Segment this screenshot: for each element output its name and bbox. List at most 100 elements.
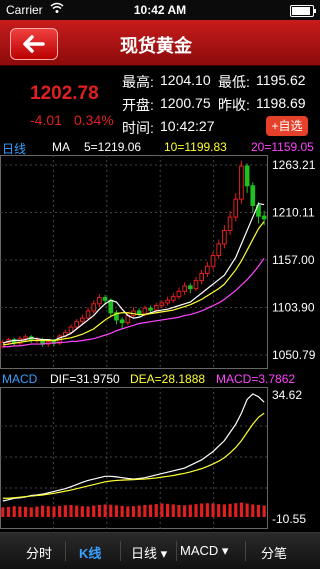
candle-body — [182, 285, 187, 292]
high-value: 1204.10 — [160, 72, 211, 88]
candle-body — [142, 307, 148, 315]
macd-histogram-bar — [160, 503, 164, 517]
macd-histogram-bar — [239, 502, 244, 517]
macd-histogram-bar — [194, 504, 198, 517]
macd-histogram-bar — [92, 505, 96, 517]
open-value: 1200.75 — [160, 95, 211, 111]
macd-title: MACD — [2, 372, 38, 386]
candle-body — [97, 297, 102, 305]
macd-histogram-bar — [165, 503, 170, 517]
macd-histogram-bar — [217, 504, 221, 517]
time-label: 时间: — [122, 120, 154, 136]
ma-legend: 日线 MA 5=1219.06 10=1199.83 20=1159.05 — [0, 139, 320, 156]
candle-body — [148, 307, 153, 311]
macd-histogram-bar — [143, 505, 147, 517]
dif-line — [2, 393, 265, 502]
candle-body — [199, 272, 205, 282]
time-value: 10:42:27 — [160, 118, 215, 134]
macd-histogram-bar — [251, 504, 255, 517]
candle-body — [108, 299, 114, 314]
prev-close-value: 1198.69 — [256, 95, 306, 111]
candle-body — [239, 165, 244, 200]
macd-histogram-bar — [256, 505, 261, 517]
macd-histogram-bar — [69, 505, 73, 517]
price-change: -4.01 — [30, 112, 62, 128]
status-time: 10:42 AM — [133, 3, 187, 17]
candle-body — [205, 265, 210, 274]
candle-body — [85, 310, 91, 319]
open-label: 开盘: — [122, 97, 154, 113]
candle-body — [102, 297, 108, 301]
dea-line — [2, 412, 265, 499]
low-label: 最低: — [218, 74, 250, 90]
prev-close-label: 昨收: — [218, 97, 250, 113]
macd-histogram-bar — [171, 504, 175, 517]
tab-kline[interactable]: K线 — [79, 543, 101, 562]
macd-histogram-bar — [200, 503, 204, 517]
candle-body — [250, 185, 256, 206]
ma-label: MA — [52, 140, 70, 154]
tab-macd[interactable]: MACD ▾ — [180, 543, 228, 559]
candle-body — [176, 290, 182, 298]
macd-histogram-bar — [177, 505, 181, 517]
candle-body — [165, 299, 170, 304]
macd-histogram-bar — [6, 506, 11, 517]
macd-histogram-bar — [154, 504, 158, 517]
macd-histogram-bar — [46, 506, 50, 517]
candle-body — [23, 336, 28, 340]
macd-value: MACD=3.7862 — [216, 372, 296, 386]
add-watchlist-button[interactable]: +自选 — [266, 116, 308, 136]
candle-body — [153, 305, 159, 311]
candle-body — [159, 302, 165, 307]
candle-body — [222, 229, 227, 245]
macd-histogram-bar — [137, 505, 141, 517]
price-tick-label: 1263.21 — [272, 158, 316, 172]
dif-value: DIF=31.9750 — [50, 372, 120, 386]
macd-histogram-bar — [183, 505, 187, 517]
macd-histogram-bar — [109, 504, 113, 517]
kline-chart[interactable]: 1263.21 1210.11 1157.00 1103.90 1050.79 — [0, 155, 320, 369]
tab-daily[interactable]: 日线 ▾ — [131, 543, 167, 562]
macd-histogram-bar — [23, 506, 28, 517]
macd-histogram-bar — [35, 506, 39, 517]
bottom-tab-bar: 分时 K线 日线 ▾ MACD ▾ 分笔 — [0, 532, 320, 569]
macd-histogram-bar — [131, 506, 136, 517]
macd-histogram-bar — [58, 505, 62, 517]
macd-histogram-bar — [188, 504, 192, 517]
macd-tick-label: -10.55 — [272, 512, 306, 526]
macd-histogram-bar — [103, 504, 107, 517]
macd-histogram-bar — [80, 506, 84, 517]
macd-chart[interactable]: 34.62 -10.55 — [0, 387, 320, 529]
price-tick-label: 1210.11 — [272, 205, 315, 219]
ma5-value: 5=1219.06 — [84, 140, 142, 154]
macd-histogram-bar — [75, 505, 79, 517]
macd-histogram-bar — [245, 503, 249, 517]
tab-divider — [120, 541, 121, 561]
page-title: 现货黄金 — [120, 36, 192, 56]
macd-histogram-bar — [148, 504, 153, 517]
tab-ticks[interactable]: 分笔 — [261, 543, 287, 562]
candle-body — [193, 280, 199, 290]
price-change-pct: 0.34% — [74, 112, 114, 128]
macd-histogram-bar — [211, 503, 215, 517]
macd-histogram-bar — [120, 505, 124, 517]
macd-histogram-bar — [222, 504, 226, 517]
tab-divider — [65, 541, 66, 561]
macd-histogram-bar — [12, 506, 16, 517]
candle-body — [74, 321, 80, 328]
candle-body — [136, 310, 142, 315]
tab-intraday[interactable]: 分时 — [26, 543, 52, 562]
macd-histogram-bar — [205, 503, 209, 517]
candle-body — [261, 215, 267, 220]
candle-body — [170, 296, 176, 301]
nav-header: 现货黄金 — [0, 20, 320, 66]
macd-histogram-bar — [234, 503, 238, 517]
candle-body — [233, 198, 239, 218]
candle-body — [216, 243, 222, 257]
macd-histogram-bar — [41, 505, 45, 517]
back-button[interactable] — [10, 28, 58, 60]
ma20-value: 20=1159.05 — [251, 140, 314, 154]
tab-divider — [176, 541, 177, 561]
macd-histogram-bar — [18, 506, 22, 517]
candle-body — [227, 216, 233, 231]
